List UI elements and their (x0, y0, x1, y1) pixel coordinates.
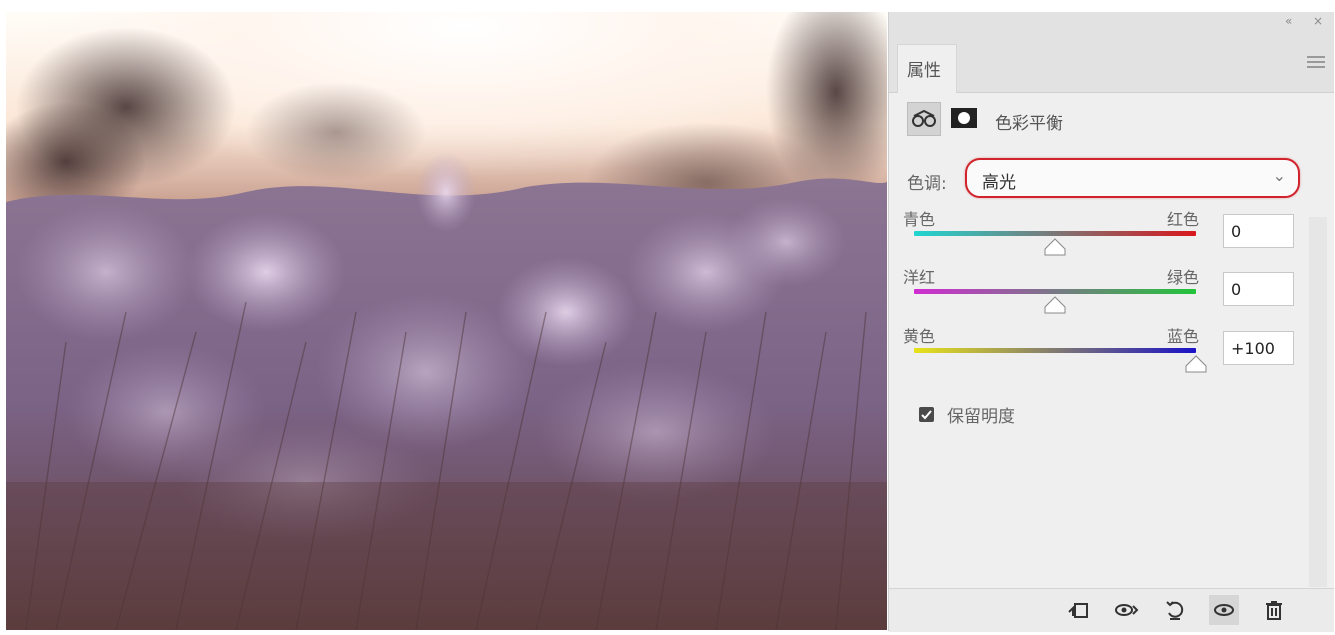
yellow-blue-value-input[interactable]: +100 (1223, 331, 1294, 365)
reset-icon[interactable] (1160, 595, 1190, 625)
panel-footer-toolbar (889, 588, 1334, 632)
color-balance-icon[interactable] (907, 102, 941, 136)
layer-mask-icon[interactable] (950, 106, 978, 130)
tone-dropdown[interactable]: 高光 ⌄ (965, 158, 1300, 198)
trash-icon[interactable] (1259, 595, 1289, 625)
slider-red-label: 红色 (1167, 210, 1200, 229)
slider-cyan-red-thumb[interactable] (1043, 238, 1067, 256)
reed-field-photo (6, 12, 887, 630)
chevron-down-icon: ⌄ (1272, 166, 1286, 185)
tone-dropdown-value: 高光 (982, 173, 1016, 193)
cyan-red-value-input[interactable]: 0 (1223, 214, 1294, 248)
slider-yellow-label: 黄色 (903, 327, 936, 346)
panel-title-strip: « × (889, 12, 1334, 34)
clip-to-layer-icon[interactable] (1062, 595, 1092, 625)
preserve-luminosity-label: 保留明度 (947, 407, 1015, 427)
adjustment-title: 色彩平衡 (995, 114, 1063, 134)
panel-menu-icon[interactable] (1307, 56, 1325, 68)
slider-magenta-green-thumb[interactable] (1043, 296, 1067, 314)
slider-yellow-blue-track[interactable] (914, 348, 1196, 353)
slider-cyan-red-track[interactable] (914, 231, 1196, 236)
magenta-green-value-input[interactable]: 0 (1223, 272, 1294, 306)
preserve-luminosity-checkbox[interactable] (919, 407, 934, 422)
close-icon[interactable]: × (1313, 14, 1323, 28)
slider-blue-label: 蓝色 (1167, 327, 1200, 346)
collapse-icon[interactable]: « (1285, 14, 1292, 28)
slider-magenta-label: 洋红 (903, 268, 936, 287)
visibility-eye-icon[interactable] (1209, 595, 1239, 625)
tab-properties[interactable]: 属性 (897, 44, 957, 93)
slider-magenta-green-track[interactable] (914, 289, 1196, 294)
tone-label: 色调: (907, 174, 947, 194)
document-canvas[interactable] (6, 12, 887, 630)
slider-cyan-label: 青色 (903, 210, 936, 229)
properties-panel: « × 属性 色彩平衡 色调: 高光 ⌄ 青色 红色 0 洋红 绿色 0 黄色 … (888, 12, 1334, 632)
slider-yellow-blue-thumb[interactable] (1184, 355, 1208, 373)
slider-green-label: 绿色 (1167, 268, 1200, 287)
panel-tab-bar: 属性 (889, 34, 1334, 93)
view-previous-state-icon[interactable] (1111, 595, 1141, 625)
panel-scrollbar[interactable] (1309, 217, 1327, 587)
adjustment-header: 色彩平衡 (889, 92, 1334, 147)
tab-properties-label: 属性 (907, 61, 941, 81)
